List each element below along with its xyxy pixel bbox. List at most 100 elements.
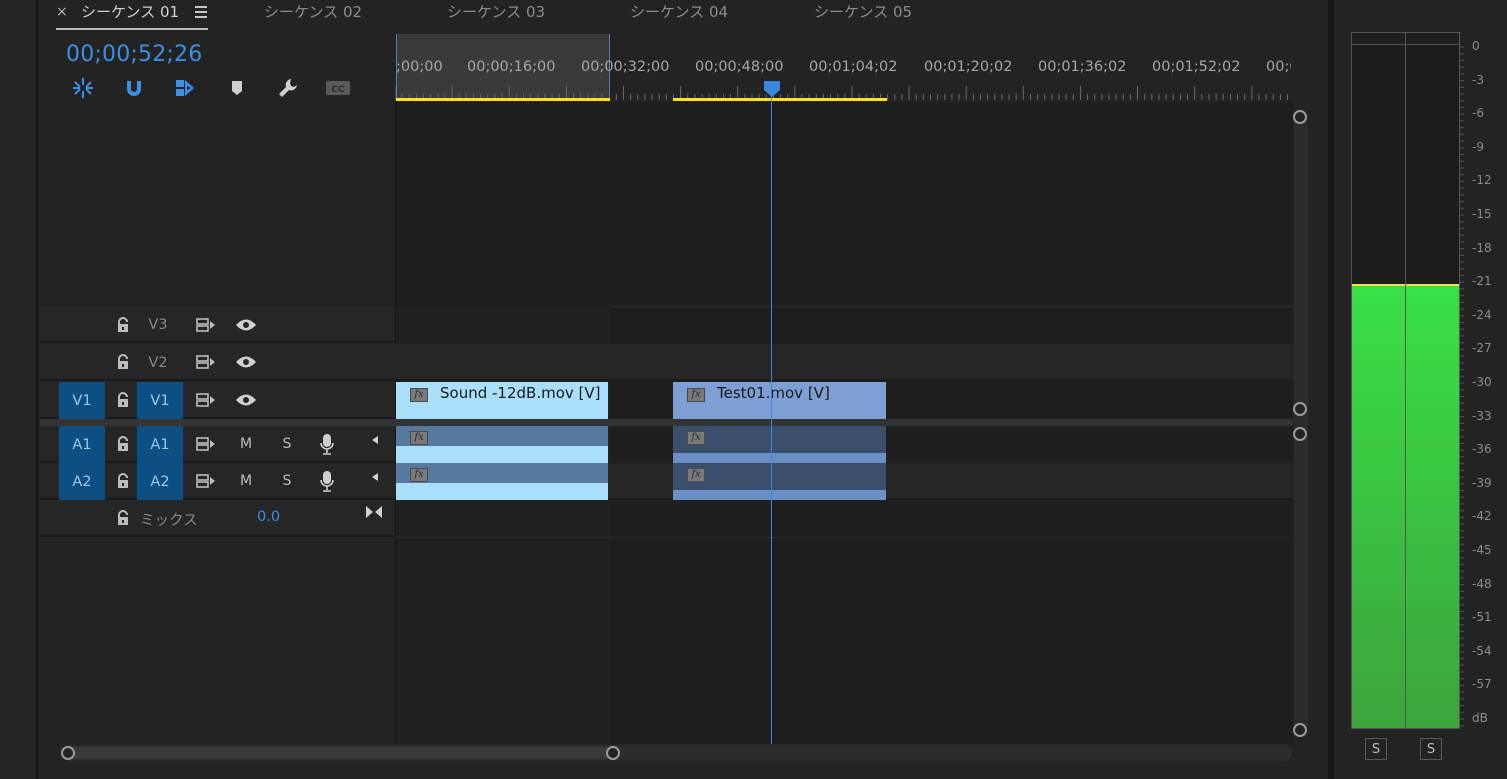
ruler-label: 00;01;52;02: [1152, 59, 1241, 75]
microphone-icon[interactable]: [316, 470, 338, 492]
tab-sequence-03[interactable]: シーケンス 03: [447, 0, 545, 30]
meter-scale-label: -36: [1472, 442, 1492, 457]
fx-badge[interactable]: fx: [410, 468, 428, 482]
track-label-v2[interactable]: V2: [135, 344, 181, 381]
track-volume-icon[interactable]: [371, 432, 379, 448]
sync-lock-icon[interactable]: [195, 351, 217, 373]
ruler-label: 00;00;16;00: [467, 59, 556, 75]
in-out-range-bar: [396, 98, 610, 101]
panel-menu-icon[interactable]: [195, 6, 207, 18]
clip-sound-12db-audio-a1[interactable]: fx: [396, 426, 608, 463]
lane-separator: [40, 537, 1293, 538]
fx-badge[interactable]: fx: [410, 431, 428, 445]
captions-icon[interactable]: CC: [325, 75, 351, 101]
insert-snap-icon[interactable]: [70, 75, 96, 101]
marker-icon[interactable]: [224, 75, 250, 101]
meter-scale-label: -21: [1472, 274, 1492, 289]
meter-scale-label: -54: [1472, 643, 1492, 658]
linked-selection-icon[interactable]: [172, 75, 198, 101]
meter-scale-label: -15: [1472, 207, 1492, 221]
tab-close-icon[interactable]: ×: [56, 4, 68, 20]
sync-lock-icon[interactable]: [195, 389, 217, 411]
playhead-line[interactable]: [771, 96, 772, 744]
solo-left-button[interactable]: S: [1365, 738, 1387, 760]
eye-icon[interactable]: [235, 389, 257, 411]
lock-icon[interactable]: [112, 470, 134, 492]
horizontal-scroll-thumb[interactable]: [68, 747, 613, 759]
fx-badge[interactable]: fx: [687, 468, 705, 482]
meter-scale-ticks: [1460, 46, 1464, 727]
scroll-handle[interactable]: [1293, 723, 1307, 737]
mix-track-label: ミックス: [140, 513, 198, 529]
track-label-a2[interactable]: A2: [137, 463, 183, 500]
scroll-handle[interactable]: [1293, 402, 1307, 416]
fx-badge[interactable]: fx: [687, 431, 705, 445]
wrench-icon[interactable]: [275, 75, 301, 101]
lock-icon[interactable]: [112, 389, 134, 411]
fx-badge[interactable]: fx: [687, 388, 705, 402]
video-audio-divider[interactable]: [40, 419, 1293, 426]
lock-icon[interactable]: [112, 351, 134, 373]
meter-scale-label: 0: [1472, 39, 1480, 53]
meter-scale-label: -24: [1472, 307, 1492, 322]
eye-icon[interactable]: [235, 351, 257, 373]
track-volume-icon[interactable]: [371, 469, 379, 485]
panel-edge: [0, 0, 38, 779]
track-label-v1[interactable]: V1: [137, 382, 183, 419]
eye-icon[interactable]: [235, 314, 257, 336]
sync-lock-icon[interactable]: [195, 470, 217, 492]
lock-icon[interactable]: [112, 507, 134, 529]
source-patch-a1[interactable]: A1: [59, 426, 105, 463]
solo-button[interactable]: S: [276, 436, 298, 452]
meter-level-right: [1406, 284, 1459, 728]
tab-sequence-01[interactable]: シーケンス 01: [81, 0, 179, 30]
sync-lock-icon[interactable]: [195, 433, 217, 455]
lock-icon[interactable]: [112, 433, 134, 455]
sync-lock-icon[interactable]: [195, 314, 217, 336]
mute-button[interactable]: M: [235, 473, 257, 489]
microphone-icon[interactable]: [316, 433, 338, 455]
clip-test01-audio-a1[interactable]: fx: [673, 426, 886, 463]
meter-scale-label: -9: [1472, 139, 1484, 154]
meter-scale-label: -18: [1472, 240, 1492, 255]
meter-scale-label: -39: [1472, 475, 1492, 490]
clip-test01-audio-a2[interactable]: fx: [673, 463, 886, 500]
source-patch-a2[interactable]: A2: [59, 463, 105, 500]
meter-scale-label: -42: [1472, 509, 1492, 524]
zoom-handle-right[interactable]: [606, 746, 620, 760]
playhead-timecode[interactable]: 00;00;52;26: [66, 42, 202, 67]
solo-right-button[interactable]: S: [1420, 738, 1442, 760]
scroll-handle[interactable]: [1293, 427, 1307, 441]
mix-volume-value[interactable]: 0.0: [257, 509, 280, 525]
lock-icon[interactable]: [112, 314, 134, 336]
magnet-icon[interactable]: [121, 75, 147, 101]
solo-button[interactable]: S: [276, 473, 298, 489]
tab-sequence-02[interactable]: シーケンス 02: [264, 0, 362, 30]
playhead-handle[interactable]: [763, 80, 781, 98]
meter-scale-label: -45: [1472, 543, 1492, 557]
track-header-v3: [40, 306, 395, 343]
fx-badge[interactable]: fx: [410, 388, 428, 402]
scroll-handle[interactable]: [1293, 110, 1307, 124]
mute-button[interactable]: M: [235, 436, 257, 452]
meter-scale-label: -3: [1472, 72, 1484, 87]
ruler-label: 00;00;32;00: [581, 59, 670, 75]
mix-collapse-icon[interactable]: [365, 505, 383, 523]
zoom-handle-left[interactable]: [61, 746, 75, 760]
source-patch-v1[interactable]: V1: [59, 382, 105, 419]
lane-separator: [610, 306, 1293, 307]
track-label-v3[interactable]: V3: [135, 306, 181, 343]
clip-test01-video[interactable]: fx Test01.mov [V]: [673, 382, 886, 419]
meter-scale-label: -51: [1472, 610, 1492, 625]
clip-sound-12db-audio-a2[interactable]: fx: [396, 463, 608, 500]
active-tab-underline: [56, 28, 208, 30]
track-label-a1[interactable]: A1: [137, 426, 183, 463]
ruler-label: ;00;00: [396, 59, 443, 75]
video-vertical-scrollbar[interactable]: [1294, 118, 1308, 730]
meter-scale-label: -57: [1472, 677, 1492, 692]
tab-sequence-05[interactable]: シーケンス 05: [814, 0, 912, 30]
clip-sound-12db-video[interactable]: fx Sound -12dB.mov [V]: [396, 382, 608, 419]
tab-sequence-04[interactable]: シーケンス 04: [630, 0, 728, 30]
track-header-a2: [40, 463, 1293, 500]
ruler-label: 00;00;48;00: [695, 59, 784, 75]
